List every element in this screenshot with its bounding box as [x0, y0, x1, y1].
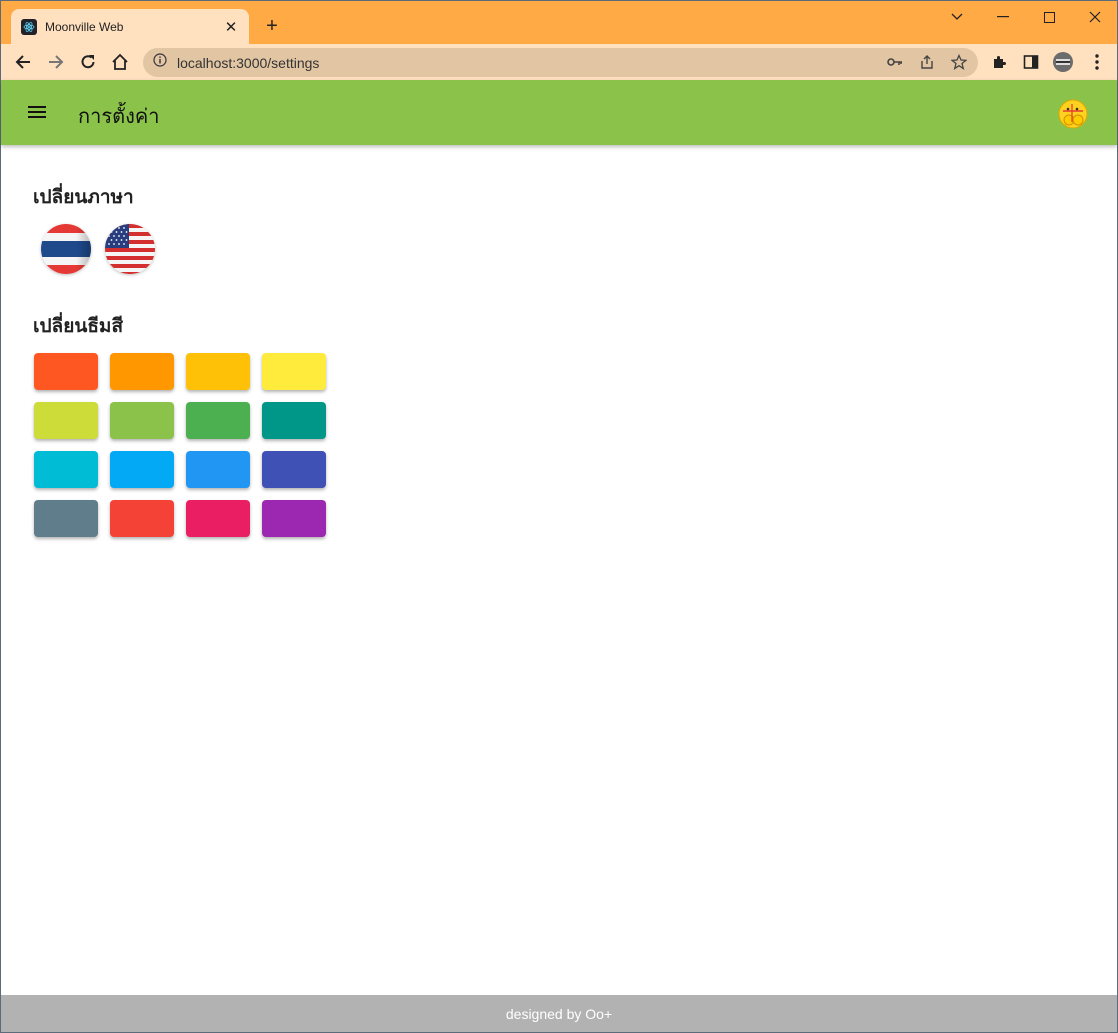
language-section-title: เปลี่ยนภาษา [33, 186, 134, 208]
theme-color-swatch[interactable] [34, 402, 98, 439]
tab-title: Moonville Web [45, 19, 124, 34]
extensions-icon[interactable] [987, 50, 1011, 74]
us-flag-button[interactable] [105, 224, 155, 274]
more-menu-icon[interactable] [1085, 50, 1109, 74]
react-icon [21, 18, 37, 35]
hamburger-menu-icon[interactable] [25, 100, 49, 124]
home-icon[interactable] [108, 50, 132, 74]
close-window-icon[interactable] [1080, 5, 1110, 29]
theme-color-swatch[interactable] [262, 402, 326, 439]
side-panel-icon[interactable] [1019, 50, 1043, 74]
theme-section-title: เปลี่ยนธีมสี [33, 315, 124, 337]
theme-color-swatch[interactable] [186, 353, 250, 390]
key-icon[interactable] [886, 53, 904, 71]
footer: designed by Oo+ [1, 995, 1117, 1032]
thai-flag-button[interactable] [41, 224, 91, 274]
us-flag-icon [105, 224, 155, 274]
user-avatar[interactable] [1057, 98, 1089, 130]
theme-color-swatch[interactable] [34, 451, 98, 488]
profile-icon[interactable] [1051, 50, 1075, 74]
reload-icon[interactable] [76, 50, 100, 74]
minimize-icon[interactable] [988, 5, 1018, 29]
tab-close-icon[interactable]: ✕ [223, 18, 239, 36]
browser-toolbar: localhost:3000/settings [1, 44, 1117, 80]
theme-color-swatch[interactable] [34, 353, 98, 390]
forward-icon[interactable] [44, 50, 68, 74]
maximize-icon[interactable] [1034, 5, 1064, 29]
theme-color-swatch[interactable] [186, 451, 250, 488]
browser-titlebar: Moonville Web ✕ + [1, 1, 1117, 44]
new-tab-icon[interactable]: + [261, 15, 283, 37]
theme-color-swatch[interactable] [110, 451, 174, 488]
theme-color-swatch[interactable] [262, 451, 326, 488]
theme-color-swatch[interactable] [110, 402, 174, 439]
thai-flag-icon [41, 224, 91, 274]
theme-color-swatch[interactable] [110, 353, 174, 390]
page-title: การตั้งค่า [78, 104, 160, 128]
theme-color-swatch[interactable] [262, 353, 326, 390]
theme-color-swatch[interactable] [110, 500, 174, 537]
theme-color-swatch[interactable] [186, 402, 250, 439]
theme-color-swatch[interactable] [186, 500, 250, 537]
url-text: localhost:3000/settings [177, 54, 320, 71]
info-icon[interactable] [153, 53, 167, 72]
bookmark-star-icon[interactable] [950, 53, 968, 71]
footer-text: designed by Oo+ [505, 1005, 613, 1022]
theme-color-swatch[interactable] [34, 500, 98, 537]
share-icon[interactable] [918, 53, 936, 71]
tab-search-icon[interactable] [942, 5, 972, 29]
address-bar[interactable]: localhost:3000/settings [143, 48, 978, 77]
theme-color-swatch[interactable] [262, 500, 326, 537]
browser-tab[interactable]: Moonville Web ✕ [11, 9, 249, 44]
app-bar: การตั้งค่า [1, 80, 1117, 145]
back-icon[interactable] [11, 50, 35, 74]
